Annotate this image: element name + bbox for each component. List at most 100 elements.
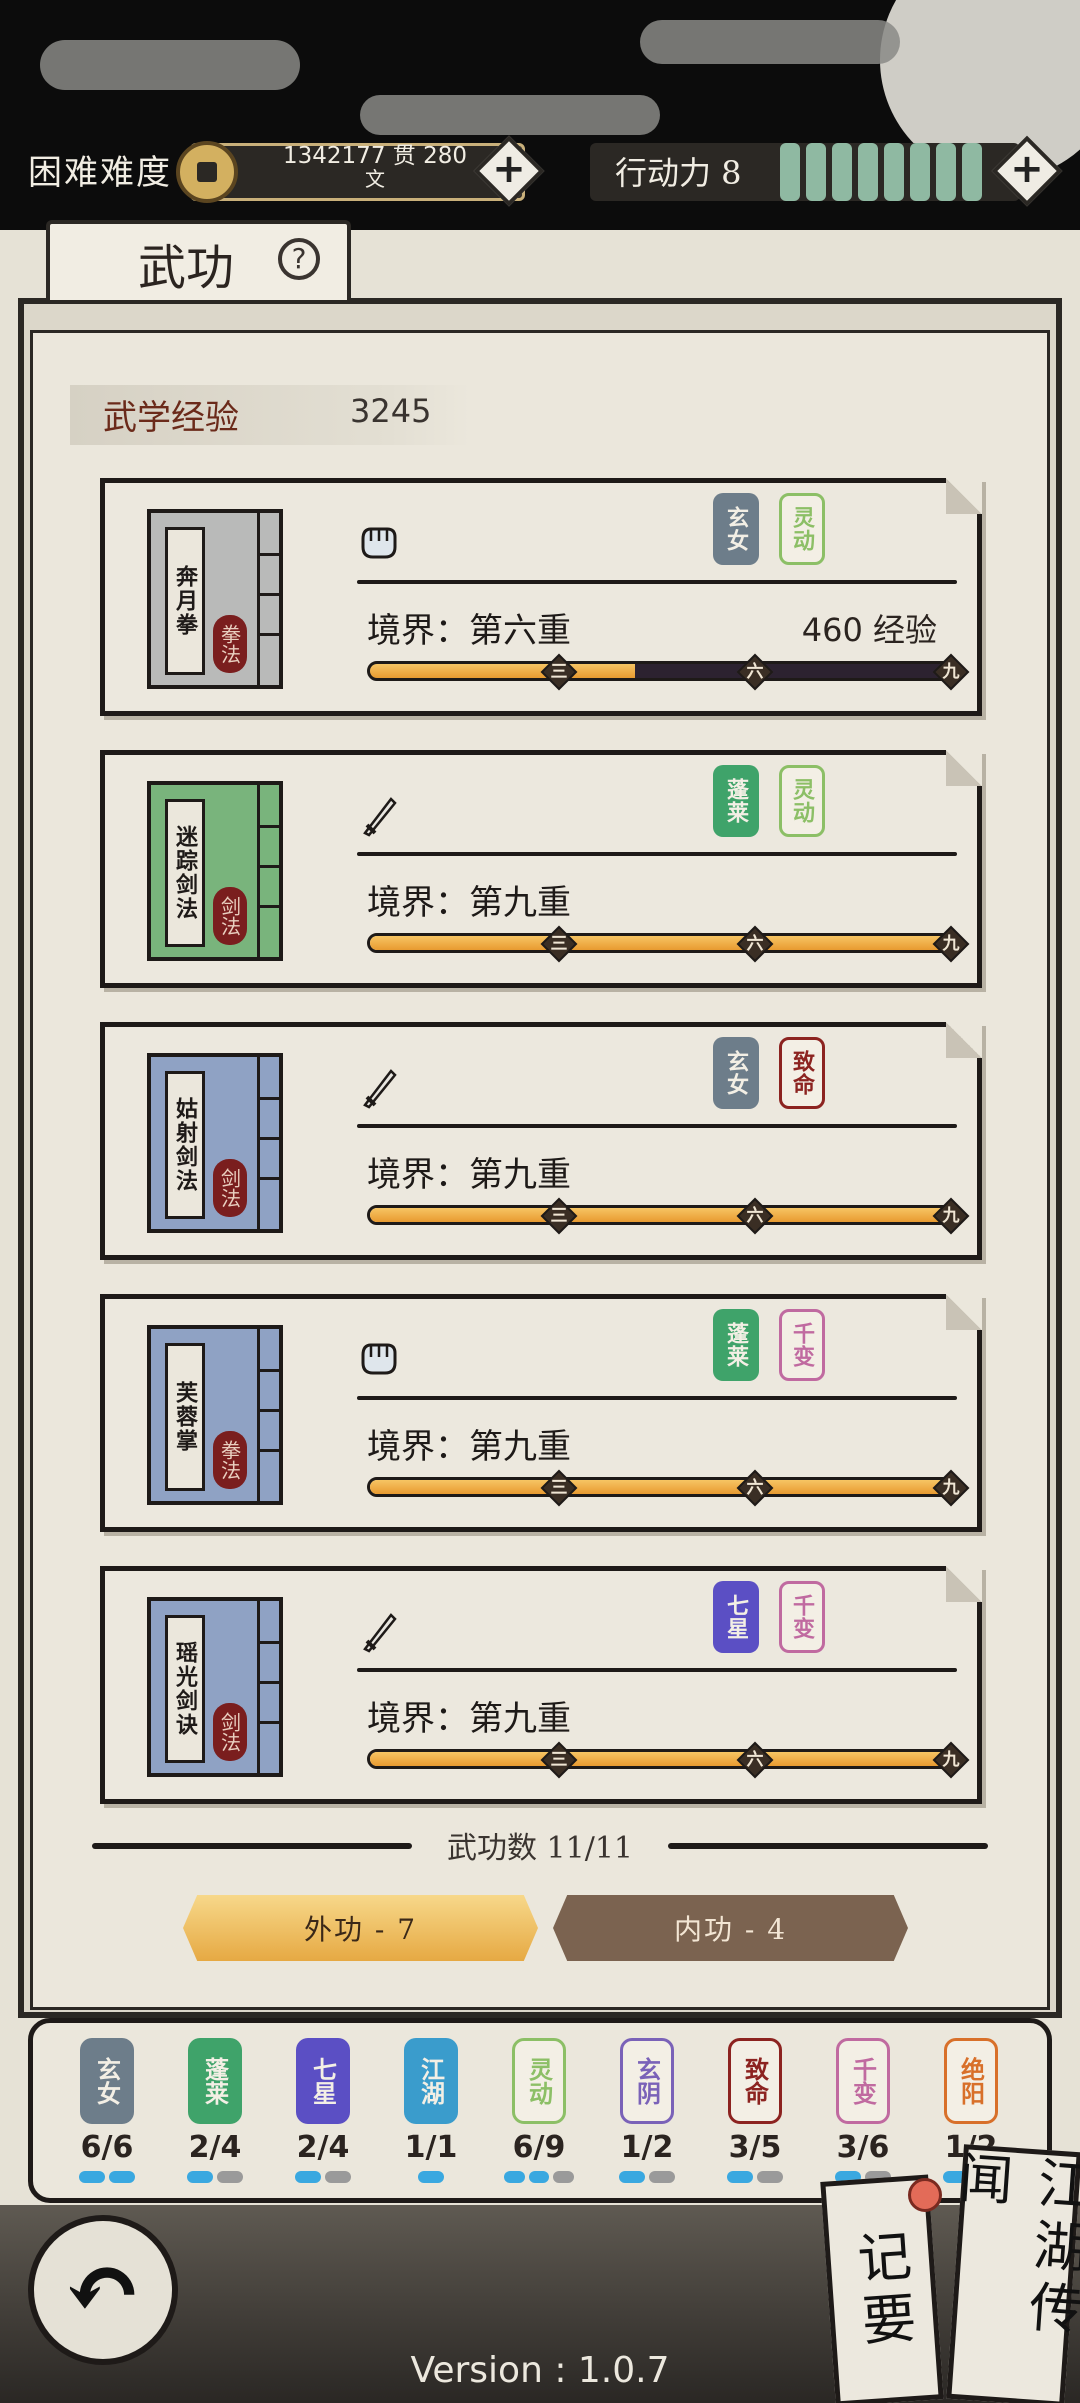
skill-category-seal: 拳法 [213,1431,247,1489]
set-bonus-item[interactable]: 蓬莱 2/4 [180,2038,250,2183]
skill-tag: 千变 [779,1309,825,1381]
progress-marker-label: 三 [550,1478,568,1498]
currency-amount: 1342177 贯 280 文 [283,143,467,191]
set-pip [727,2171,753,2183]
sword-icon [357,1065,401,1109]
set-pip [295,2171,321,2183]
plus-icon: + [492,146,526,192]
external-skills-button[interactable]: 外功 - 7 [183,1895,538,1961]
set-bonus-item[interactable]: 灵动 6/9 [504,2038,575,2183]
book-spine [257,1057,279,1229]
skill-card[interactable]: 奔月拳 拳法 玄女 灵动 境界：第六重 460 经验 三 六 九 [100,478,982,716]
progress-marker-label: 九 [942,662,960,682]
progress-marker-label: 九 [942,1478,960,1498]
skill-category-seal: 剑法 [213,887,247,945]
skill-book-icon: 迷踪剑法 剑法 [147,781,283,961]
action-pip [884,143,904,201]
set-pips [72,2171,142,2183]
progress-marker-label: 六 [746,1478,764,1498]
action-pip [806,143,826,201]
realm-progress-bar [367,1477,962,1497]
realm-progress-bar [367,933,962,953]
page-fold [946,1022,982,1058]
cloud-decoration [40,40,300,90]
rumors-button[interactable]: 江湖传闻 [946,2144,1080,2403]
skill-realm: 境界：第六重 [367,611,571,651]
plus-icon: + [1010,146,1044,192]
skill-card[interactable]: 瑶光剑诀 剑法 七星 千变 境界：第九重 三 六 九 [100,1566,982,1804]
page-fold [946,478,982,514]
progress-marker-label: 六 [746,1750,764,1770]
experience-label: 武学经验 [103,398,239,438]
progress-marker-label: 三 [550,1206,568,1226]
realm-progress-fill [370,1752,959,1766]
set-pips [720,2171,790,2183]
experience-value: 3245 [350,392,432,430]
set-bonus-item[interactable]: 七星 2/4 [288,2038,358,2183]
set-tag: 灵动 [512,2038,566,2124]
card-divider [357,580,957,584]
set-tag: 玄阴 [620,2038,674,2124]
help-icon[interactable]: ? [278,238,320,280]
set-count: 2/4 [296,2130,350,2165]
difficulty-label: 困难难度 [28,153,172,193]
set-bonus-item[interactable]: 千变 3/6 [828,2038,898,2183]
set-count: 1/2 [620,2130,674,2165]
cloud-decoration [360,95,660,135]
action-points-pips [780,143,982,201]
progress-marker-label: 三 [550,662,568,682]
set-bonus-item[interactable]: 玄女 6/6 [72,2038,142,2183]
set-pip [649,2171,675,2183]
sword-icon [357,793,401,837]
action-pip [858,143,878,201]
skill-tag: 玄女 [713,1037,759,1109]
skill-book-icon: 姑射剑法 剑法 [147,1053,283,1233]
skill-tag: 致命 [779,1037,825,1109]
set-pip [553,2171,575,2183]
set-bonus-item[interactable]: 江湖 1/1 [396,2038,466,2183]
back-arrow-icon[interactable]: ↶ [28,2215,178,2365]
skill-realm: 境界：第九重 [367,1155,571,1195]
skill-count: 武功数 11/11 [447,1831,633,1866]
realm-progress-bar [367,1749,962,1769]
set-tag: 七星 [296,2038,350,2124]
set-pip [619,2171,645,2183]
skill-name: 迷踪剑法 [165,799,205,947]
set-count: 2/4 [188,2130,242,2165]
sword-icon [357,1609,401,1653]
realm-progress-fill [370,1480,959,1494]
skill-book-icon: 瑶光剑诀 剑法 [147,1597,283,1777]
skill-tag: 蓬莱 [713,765,759,837]
card-divider [357,1668,957,1672]
set-tag: 蓬莱 [188,2038,242,2124]
skill-realm: 境界：第九重 [367,1427,571,1467]
realm-progress-fill [370,1208,959,1222]
set-pips [180,2171,250,2183]
skill-realm: 境界：第九重 [367,1699,571,1739]
set-tag: 绝阳 [944,2038,998,2124]
skill-tag: 千变 [779,1581,825,1653]
skill-tag: 玄女 [713,493,759,565]
set-pip [528,2171,550,2183]
set-bonus-item[interactable]: 致命 3/5 [720,2038,790,2183]
skill-card[interactable]: 芙蓉掌 拳法 蓬莱 千变 境界：第九重 三 六 九 [100,1294,982,1532]
set-pip [217,2171,243,2183]
skill-card[interactable]: 迷踪剑法 剑法 蓬莱 灵动 境界：第九重 三 六 九 [100,750,982,988]
skill-category-seal: 剑法 [213,1159,247,1217]
set-count: 6/6 [80,2130,134,2165]
action-pip [910,143,930,201]
internal-skills-button[interactable]: 内功 - 4 [553,1895,908,1961]
exp-needed: 460 经验 [801,611,937,649]
tab-title: 武功 [138,240,235,296]
set-bonus-item[interactable]: 玄阴 1/2 [612,2038,682,2183]
action-pip [832,143,852,201]
set-pips [504,2171,575,2183]
fist-icon [357,1337,401,1381]
card-divider [357,1396,957,1400]
cloud-decoration [640,20,900,64]
set-tag: 玄女 [80,2038,134,2124]
realm-progress-fill [370,936,959,950]
skill-card[interactable]: 姑射剑法 剑法 玄女 致命 境界：第九重 三 六 九 [100,1022,982,1260]
set-count: 6/9 [512,2130,566,2165]
card-divider [357,852,957,856]
